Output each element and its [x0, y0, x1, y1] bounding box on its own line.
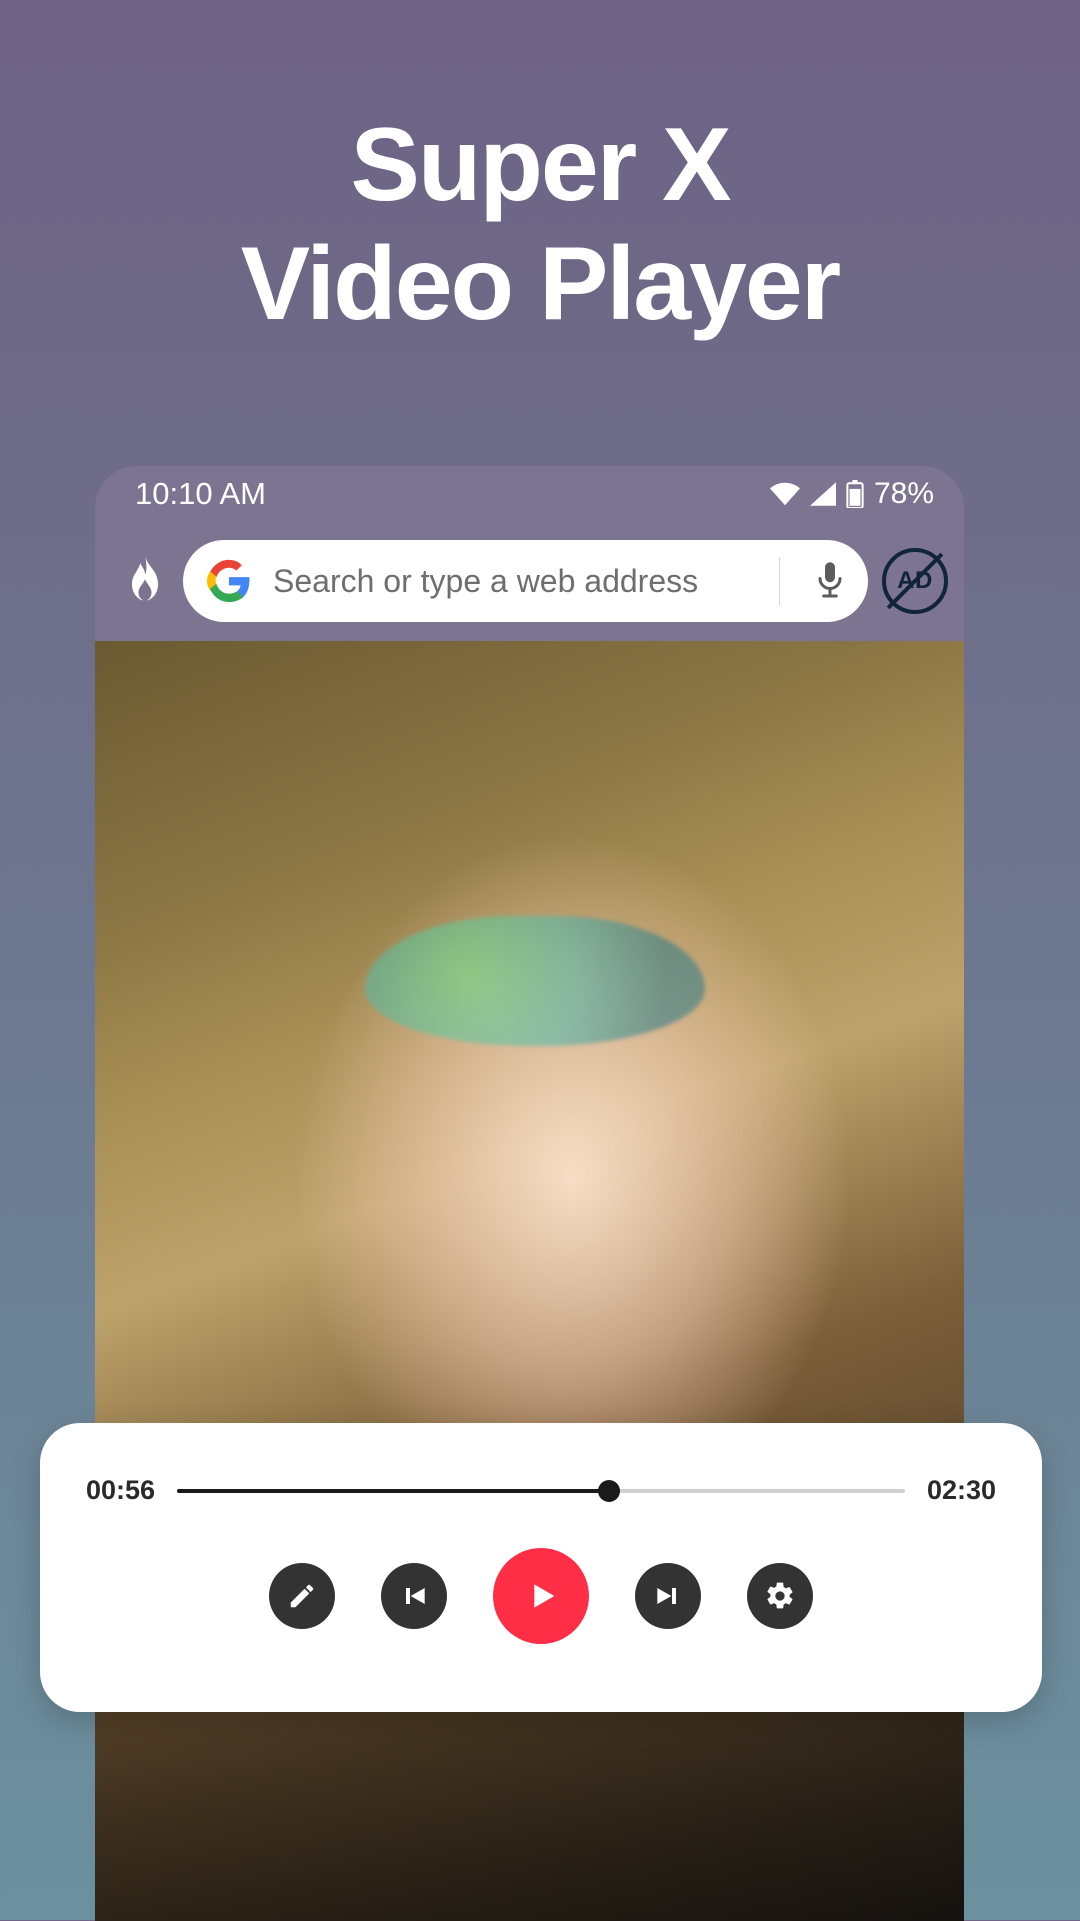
edit-button[interactable]: [269, 1563, 335, 1629]
skip-next-icon: [652, 1580, 684, 1612]
pencil-icon: [287, 1581, 317, 1611]
player-panel: 00:56 02:30: [40, 1423, 1042, 1712]
time-elapsed: 00:56: [86, 1475, 155, 1506]
time-total: 02:30: [927, 1475, 996, 1506]
player-controls: [86, 1548, 996, 1644]
video-bottom-shade: [95, 641, 964, 1921]
hero-title: Super X Video Player: [0, 106, 1080, 343]
hero-title-line2: Video Player: [241, 226, 839, 342]
hero-section: Super X Video Player: [0, 0, 1080, 343]
search-input[interactable]: [273, 563, 757, 600]
mic-icon[interactable]: [802, 561, 858, 601]
progress-track[interactable]: [177, 1489, 905, 1493]
status-time: 10:10 AM: [135, 476, 266, 512]
next-button[interactable]: [635, 1563, 701, 1629]
settings-button[interactable]: [747, 1563, 813, 1629]
progress-row: 00:56 02:30: [86, 1475, 996, 1506]
previous-button[interactable]: [381, 1563, 447, 1629]
battery-icon: [846, 480, 864, 508]
play-button[interactable]: [493, 1548, 589, 1644]
progress-thumb[interactable]: [598, 1480, 620, 1502]
gear-icon: [764, 1580, 796, 1612]
flame-icon[interactable]: [121, 555, 169, 607]
google-logo-icon: [207, 559, 251, 603]
ad-block-button[interactable]: AD: [882, 548, 948, 614]
cellular-icon: [810, 482, 836, 506]
search-divider: [779, 557, 780, 605]
play-icon: [521, 1576, 561, 1616]
status-right: 78%: [770, 477, 934, 511]
wifi-icon: [770, 482, 800, 506]
ad-block-slash-icon: [887, 553, 944, 610]
hero-title-line1: Super X: [351, 107, 730, 223]
browser-bar: AD: [95, 521, 964, 641]
skip-previous-icon: [398, 1580, 430, 1612]
progress-fill: [177, 1489, 609, 1493]
video-frame[interactable]: [95, 641, 964, 1921]
search-pill[interactable]: [183, 540, 868, 622]
status-bar: 10:10 AM 78%: [95, 466, 964, 521]
battery-percent: 78%: [874, 477, 934, 511]
